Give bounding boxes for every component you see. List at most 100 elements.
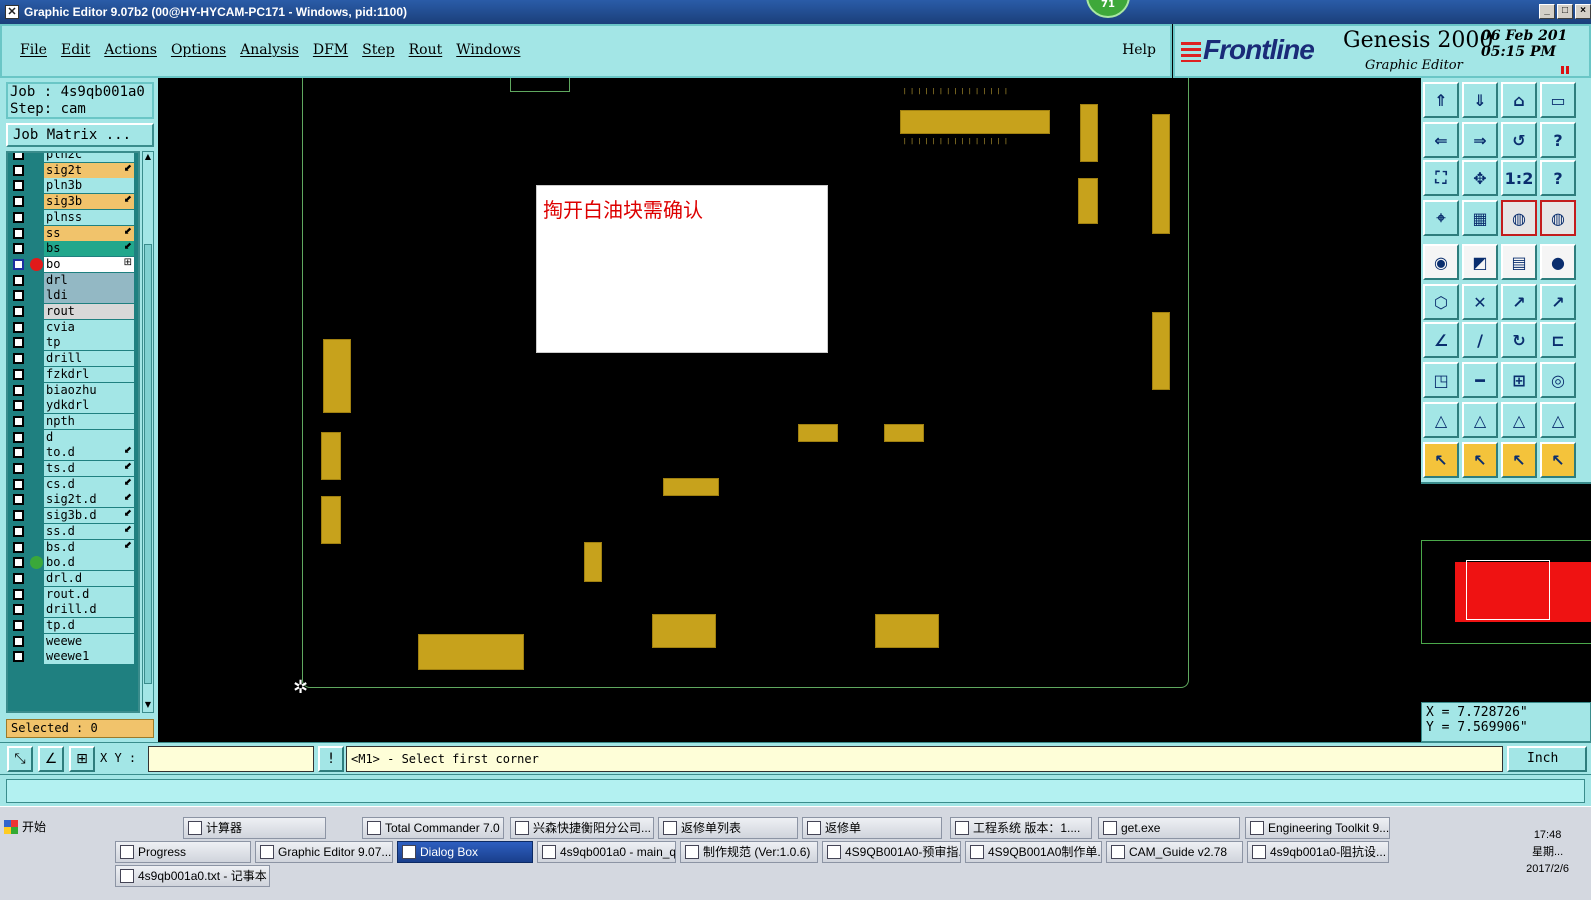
- layer-row[interactable]: pln2c: [8, 153, 138, 162]
- layer-name[interactable]: sig2t: [44, 162, 134, 178]
- select-rot-icon[interactable]: ↖: [1501, 442, 1537, 478]
- pause-icon[interactable]: [1561, 66, 1571, 74]
- arc-icon[interactable]: ↻: [1501, 322, 1537, 358]
- cross-icon[interactable]: ✕: [1462, 284, 1498, 320]
- layer-name[interactable]: pln2c: [44, 153, 134, 162]
- menu-step[interactable]: Step: [362, 42, 394, 58]
- menu-analysis[interactable]: Analysis: [240, 42, 299, 58]
- extra-icon[interactable]: ?: [1540, 122, 1576, 158]
- layer-name[interactable]: ss.d: [44, 523, 134, 539]
- taskbar-button[interactable]: 4s9qb001a0.txt - 记事本: [115, 865, 270, 887]
- layer-checkbox[interactable]: [13, 415, 24, 427]
- layer-name[interactable]: to.d: [44, 445, 134, 461]
- layer-name[interactable]: drill: [44, 351, 134, 367]
- triangle-red-icon[interactable]: △: [1540, 402, 1576, 438]
- layer-name[interactable]: ts.d: [44, 461, 134, 476]
- layer-name[interactable]: bo.d: [44, 555, 134, 571]
- layer-name[interactable]: sig3b: [44, 194, 134, 210]
- zoom-1to1-icon[interactable]: 1:2: [1501, 160, 1537, 196]
- move-right-icon[interactable]: ⇒: [1462, 122, 1498, 158]
- job-matrix-button[interactable]: Job Matrix ...: [6, 123, 154, 147]
- layer-scrollbar[interactable]: ▲ ▼: [142, 151, 154, 713]
- scroll-thumb[interactable]: [144, 244, 152, 684]
- layer-name[interactable]: cvia: [44, 319, 134, 335]
- scroll-down-icon[interactable]: ▼: [143, 700, 153, 712]
- taskbar-button[interactable]: 工程系统 版本：1....: [950, 817, 1092, 839]
- layer-name[interactable]: ss: [44, 225, 134, 241]
- layer-checkbox[interactable]: [13, 494, 24, 506]
- select-box-icon[interactable]: ↖: [1462, 442, 1498, 478]
- layer-row[interactable]: ldi: [8, 288, 138, 304]
- layer-checkbox[interactable]: [13, 510, 24, 522]
- layer-name[interactable]: bs.d: [44, 539, 134, 555]
- layer-checkbox[interactable]: [13, 651, 24, 663]
- home-icon[interactable]: ⌂: [1501, 82, 1537, 118]
- layer-row[interactable]: rout: [8, 304, 138, 319]
- layer-checkbox[interactable]: [13, 243, 24, 255]
- layer-row[interactable]: drl: [8, 272, 138, 288]
- layer-name[interactable]: npth: [44, 413, 134, 429]
- taskbar-button[interactable]: 返修单: [802, 817, 942, 839]
- start-button[interactable]: 开始: [2, 817, 46, 839]
- layer-name[interactable]: tp.d: [44, 618, 134, 633]
- triangle-alt-icon[interactable]: △: [1462, 402, 1498, 438]
- layer-row[interactable]: pln3b: [8, 178, 138, 194]
- layer-name[interactable]: plnss: [44, 209, 134, 225]
- layer-row[interactable]: ts.d ⬋: [8, 461, 138, 476]
- layer-row[interactable]: bo.d: [8, 555, 138, 571]
- taskbar-button[interactable]: 4s9qb001a0-阻抗设...: [1247, 841, 1389, 863]
- layer-row[interactable]: sig3b ⬋: [8, 194, 138, 210]
- layer-name[interactable]: biaozhu: [44, 382, 134, 398]
- layer-row[interactable]: ydkdrl: [8, 398, 138, 414]
- layer-row[interactable]: to.d ⬋: [8, 445, 138, 461]
- layer-checkbox[interactable]: [13, 153, 24, 160]
- rotate-icon[interactable]: ↺: [1501, 122, 1537, 158]
- layer-name[interactable]: drill.d: [44, 602, 134, 618]
- warning-icon[interactable]: !: [318, 746, 344, 772]
- pin-icon[interactable]: ◎: [1540, 362, 1576, 398]
- select-move-icon[interactable]: ↖: [1540, 442, 1576, 478]
- layer-row[interactable]: rout.d: [8, 586, 138, 602]
- layer-name[interactable]: ldi: [44, 288, 134, 304]
- layer-name[interactable]: rout.d: [44, 586, 134, 602]
- taskbar-button[interactable]: CAM_Guide v2.78: [1106, 841, 1243, 863]
- layer-name[interactable]: bo: [44, 256, 134, 272]
- layer-checkbox[interactable]: [13, 368, 24, 380]
- layer-checkbox[interactable]: [13, 211, 24, 223]
- layer-checkbox[interactable]: [13, 180, 24, 192]
- menu-file[interactable]: File: [20, 42, 47, 58]
- menu-windows[interactable]: Windows: [456, 42, 520, 58]
- move-bottom-icon[interactable]: ⇓: [1462, 82, 1498, 118]
- layer-row[interactable]: plnss: [8, 209, 138, 225]
- triangle-icon[interactable]: △: [1423, 402, 1459, 438]
- taskbar-button[interactable]: Progress: [115, 841, 251, 863]
- layer-checkbox[interactable]: [13, 463, 24, 474]
- layer-name[interactable]: ydkdrl: [44, 398, 134, 414]
- layer-row[interactable]: cvia: [8, 319, 138, 335]
- layer-row[interactable]: biaozhu: [8, 382, 138, 398]
- layer-checkbox[interactable]: [13, 164, 24, 176]
- menu-help[interactable]: Help: [1122, 42, 1156, 58]
- xy-input[interactable]: [148, 746, 314, 772]
- layer-checkbox[interactable]: [13, 635, 24, 647]
- menu-actions[interactable]: Actions: [104, 42, 157, 58]
- minimize-button[interactable]: _: [1539, 4, 1555, 19]
- graphic-canvas[interactable]: | | | | | | | | | | | | | | | | | | | | …: [158, 78, 1421, 742]
- select-arrow-icon[interactable]: ↖: [1423, 442, 1459, 478]
- measure-icon[interactable]: ⌖: [1423, 200, 1459, 236]
- zoom-center-icon[interactable]: ✥: [1462, 160, 1498, 196]
- layer-row[interactable]: ss ⬋: [8, 225, 138, 241]
- taskbar-button[interactable]: 兴森快捷衡阳分公司...: [510, 817, 654, 839]
- layer-checkbox[interactable]: [13, 478, 24, 490]
- help-icon[interactable]: ?: [1540, 160, 1576, 196]
- taskbar-button[interactable]: 计算器: [183, 817, 326, 839]
- arrow-line-icon[interactable]: ↗: [1501, 284, 1537, 320]
- scroll-up-icon[interactable]: ▲: [143, 152, 153, 164]
- layer-checkbox[interactable]: [13, 306, 24, 317]
- layer-checkbox[interactable]: [13, 431, 24, 443]
- layer-checkbox[interactable]: [13, 274, 24, 286]
- taskbar-button[interactable]: Graphic Editor 9.07...: [255, 841, 393, 863]
- layer-checkbox[interactable]: [13, 447, 24, 459]
- layer-checkbox[interactable]: [13, 604, 24, 616]
- bracket-icon[interactable]: ⊏: [1540, 322, 1576, 358]
